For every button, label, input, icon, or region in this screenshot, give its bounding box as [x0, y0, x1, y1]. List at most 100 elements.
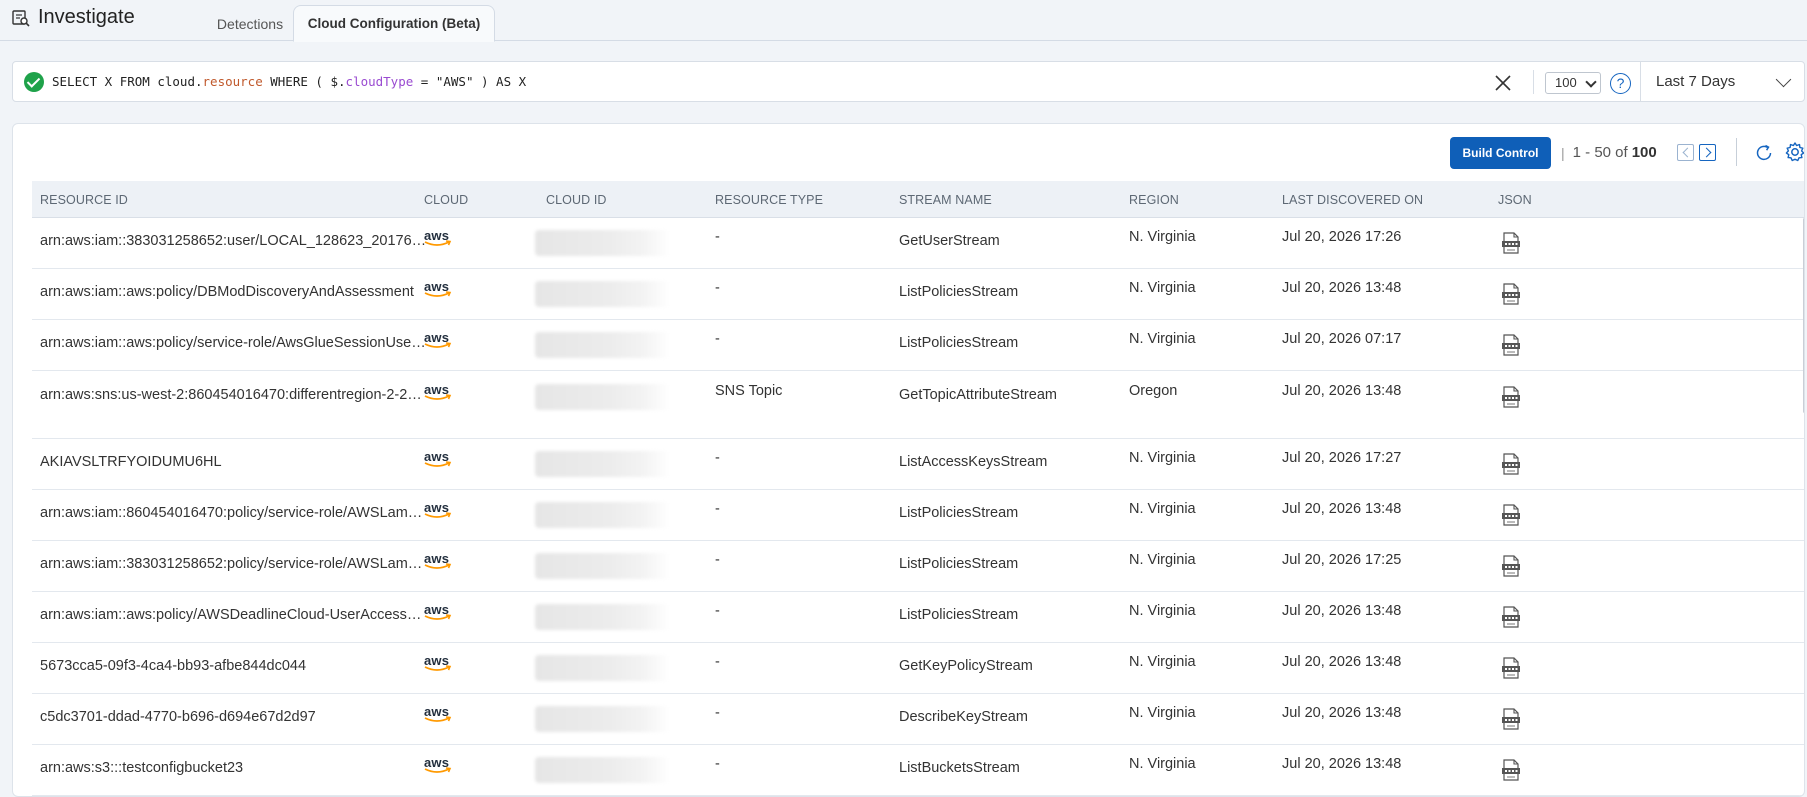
page-range: 1 - 50 of [1572, 144, 1628, 161]
region-cell: N. Virginia [1129, 450, 1196, 466]
region-cell: Oregon [1129, 383, 1178, 399]
region-cell: N. Virginia [1129, 756, 1196, 772]
resource-id-cell[interactable]: arn:aws:iam::aws:policy/AWSDeadlineCloud… [40, 607, 421, 623]
query-token: resource [202, 74, 263, 89]
column-header-stream-name[interactable]: STREAM NAME [899, 193, 992, 207]
chevron-down-icon [1585, 76, 1597, 88]
scrollbar[interactable] [1803, 218, 1804, 413]
table-row[interactable]: arn:aws:sns:us-west-2:860454016470:diffe… [32, 371, 1804, 439]
json-file-icon[interactable] [1501, 386, 1521, 408]
json-file-icon[interactable] [1501, 334, 1521, 356]
last-discovered-cell: Jul 20, 2026 13:48 [1282, 654, 1402, 670]
table-row[interactable]: 5673cca5-09f3-4ca4-bb93-afbe844dc044 aws… [32, 643, 1804, 694]
json-file-icon[interactable] [1501, 657, 1521, 679]
time-range-select[interactable]: Last 7 Days [1656, 73, 1735, 90]
stream-name-cell: ListAccessKeysStream [899, 454, 1048, 470]
column-header-resource-type[interactable]: RESOURCE TYPE [715, 193, 823, 207]
column-header-json[interactable]: JSON [1498, 193, 1532, 207]
json-file-icon[interactable] [1501, 708, 1521, 730]
resource-type-cell: - [715, 705, 720, 721]
resource-type-cell: SNS Topic [715, 383, 783, 399]
resource-id-cell[interactable]: c5dc3701-ddad-4770-b696-d694e67d2d97 [40, 709, 316, 725]
column-header-cloud[interactable]: CLOUD [424, 193, 468, 207]
resource-id-cell[interactable]: arn:aws:iam::383031258652:user/LOCAL_128… [40, 233, 426, 249]
region-cell: N. Virginia [1129, 280, 1196, 296]
last-discovered-cell: Jul 20, 2026 07:17 [1282, 331, 1402, 347]
next-page-button[interactable] [1699, 144, 1716, 161]
table-row[interactable]: c5dc3701-ddad-4770-b696-d694e67d2d97 aws… [32, 694, 1804, 745]
resource-id-cell[interactable]: 5673cca5-09f3-4ca4-bb93-afbe844dc044 [40, 658, 306, 674]
last-discovered-cell: Jul 20, 2026 17:27 [1282, 450, 1402, 466]
query-bar: SELECT X FROM cloud.resource WHERE ( $.c… [12, 61, 1805, 102]
cloud-id-redacted [535, 384, 670, 410]
region-cell: N. Virginia [1129, 331, 1196, 347]
json-file-icon[interactable] [1501, 283, 1521, 305]
json-file-icon[interactable] [1501, 759, 1521, 781]
column-header-last-discovered[interactable]: LAST DISCOVERED ON [1282, 193, 1423, 207]
investigate-icon [12, 9, 30, 27]
cloud-id-redacted [535, 332, 670, 358]
resource-id-cell[interactable]: AKIAVSLTRFYOIDUMU6HL [40, 454, 222, 470]
resource-type-cell: - [715, 331, 720, 347]
cloud-id-redacted [535, 604, 670, 630]
resource-type-cell: - [715, 603, 720, 619]
build-control-button[interactable]: Build Control [1450, 137, 1551, 169]
divider: | [1561, 144, 1565, 161]
column-header-resource-id[interactable]: RESOURCE ID [40, 193, 128, 207]
tab-cloud-configuration[interactable]: Cloud Configuration (Beta) [293, 5, 495, 42]
cloud-id-redacted [535, 451, 670, 477]
aws-logo-icon: aws [424, 755, 452, 773]
refresh-icon[interactable] [1753, 142, 1775, 164]
help-icon[interactable]: ? [1610, 73, 1631, 94]
json-file-icon[interactable] [1501, 232, 1521, 254]
resource-id-cell[interactable]: arn:aws:iam::aws:policy/DBModDiscoveryAn… [40, 284, 414, 300]
stream-name-cell: ListPoliciesStream [899, 607, 1019, 623]
table-row[interactable]: arn:aws:s3:::testconfigbucket23 aws - Lis… [32, 745, 1804, 796]
resource-id-cell[interactable]: arn:aws:s3:::testconfigbucket23 [40, 760, 243, 776]
previous-page-button[interactable] [1677, 144, 1694, 161]
query-token: SELECT X FROM cloud. [52, 74, 203, 89]
cloud-id-redacted [535, 502, 670, 528]
aws-logo-icon: aws [424, 449, 452, 467]
stream-name-cell: ListPoliciesStream [899, 556, 1019, 572]
resource-type-cell: - [715, 229, 720, 245]
stream-name-cell: GetTopicAttributeStream [899, 387, 1057, 403]
aws-logo-icon: aws [424, 500, 452, 518]
resource-id-cell[interactable]: arn:aws:iam::860454016470:policy/service… [40, 505, 422, 521]
column-header-region[interactable]: REGION [1129, 193, 1179, 207]
resource-type-cell: - [715, 654, 720, 670]
aws-logo-icon: aws [424, 551, 452, 569]
table-row[interactable]: arn:aws:iam::aws:policy/DBModDiscoveryAn… [32, 269, 1804, 320]
json-file-icon[interactable] [1501, 606, 1521, 628]
clear-query-icon[interactable] [1493, 73, 1513, 93]
query-input[interactable]: SELECT X FROM cloud.resource WHERE ( $.c… [52, 74, 526, 89]
table-row[interactable]: arn:aws:iam::aws:policy/AWSDeadlineCloud… [32, 592, 1804, 643]
page-total: 100 [1631, 144, 1657, 161]
result-limit-select[interactable]: 100 [1545, 72, 1601, 94]
json-file-icon[interactable] [1501, 504, 1521, 526]
stream-name-cell: ListPoliciesStream [899, 284, 1019, 300]
chevron-down-icon[interactable] [1775, 71, 1792, 88]
region-cell: N. Virginia [1129, 654, 1196, 670]
table-row[interactable]: arn:aws:iam::383031258652:policy/service… [32, 541, 1804, 592]
cloud-id-redacted [535, 706, 670, 732]
table-row[interactable]: arn:aws:iam::860454016470:policy/service… [32, 490, 1804, 541]
table-row[interactable]: arn:aws:iam::aws:policy/service-role/Aws… [32, 320, 1804, 371]
stream-name-cell: DescribeKeyStream [899, 709, 1028, 725]
table-row[interactable]: arn:aws:iam::383031258652:user/LOCAL_128… [32, 218, 1804, 269]
aws-logo-icon: aws [424, 704, 452, 722]
json-file-icon[interactable] [1501, 555, 1521, 577]
region-cell: N. Virginia [1129, 229, 1196, 245]
aws-logo-icon: aws [424, 382, 452, 400]
column-header-cloud-id[interactable]: CLOUD ID [546, 193, 607, 207]
resource-id-cell[interactable]: arn:aws:sns:us-west-2:860454016470:diffe… [40, 387, 422, 403]
query-token: = "AWS" ) AS X [413, 74, 527, 89]
gear-icon[interactable] [1784, 141, 1805, 163]
resource-id-cell[interactable]: arn:aws:iam::aws:policy/service-role/Aws… [40, 335, 426, 351]
stream-name-cell: GetUserStream [899, 233, 1000, 249]
json-file-icon[interactable] [1501, 453, 1521, 475]
cloud-id-redacted [535, 230, 670, 256]
tab-detections[interactable]: Detections [190, 5, 310, 42]
table-row[interactable]: AKIAVSLTRFYOIDUMU6HL aws - ListAccessKeys… [32, 439, 1804, 490]
resource-id-cell[interactable]: arn:aws:iam::383031258652:policy/service… [40, 556, 422, 572]
